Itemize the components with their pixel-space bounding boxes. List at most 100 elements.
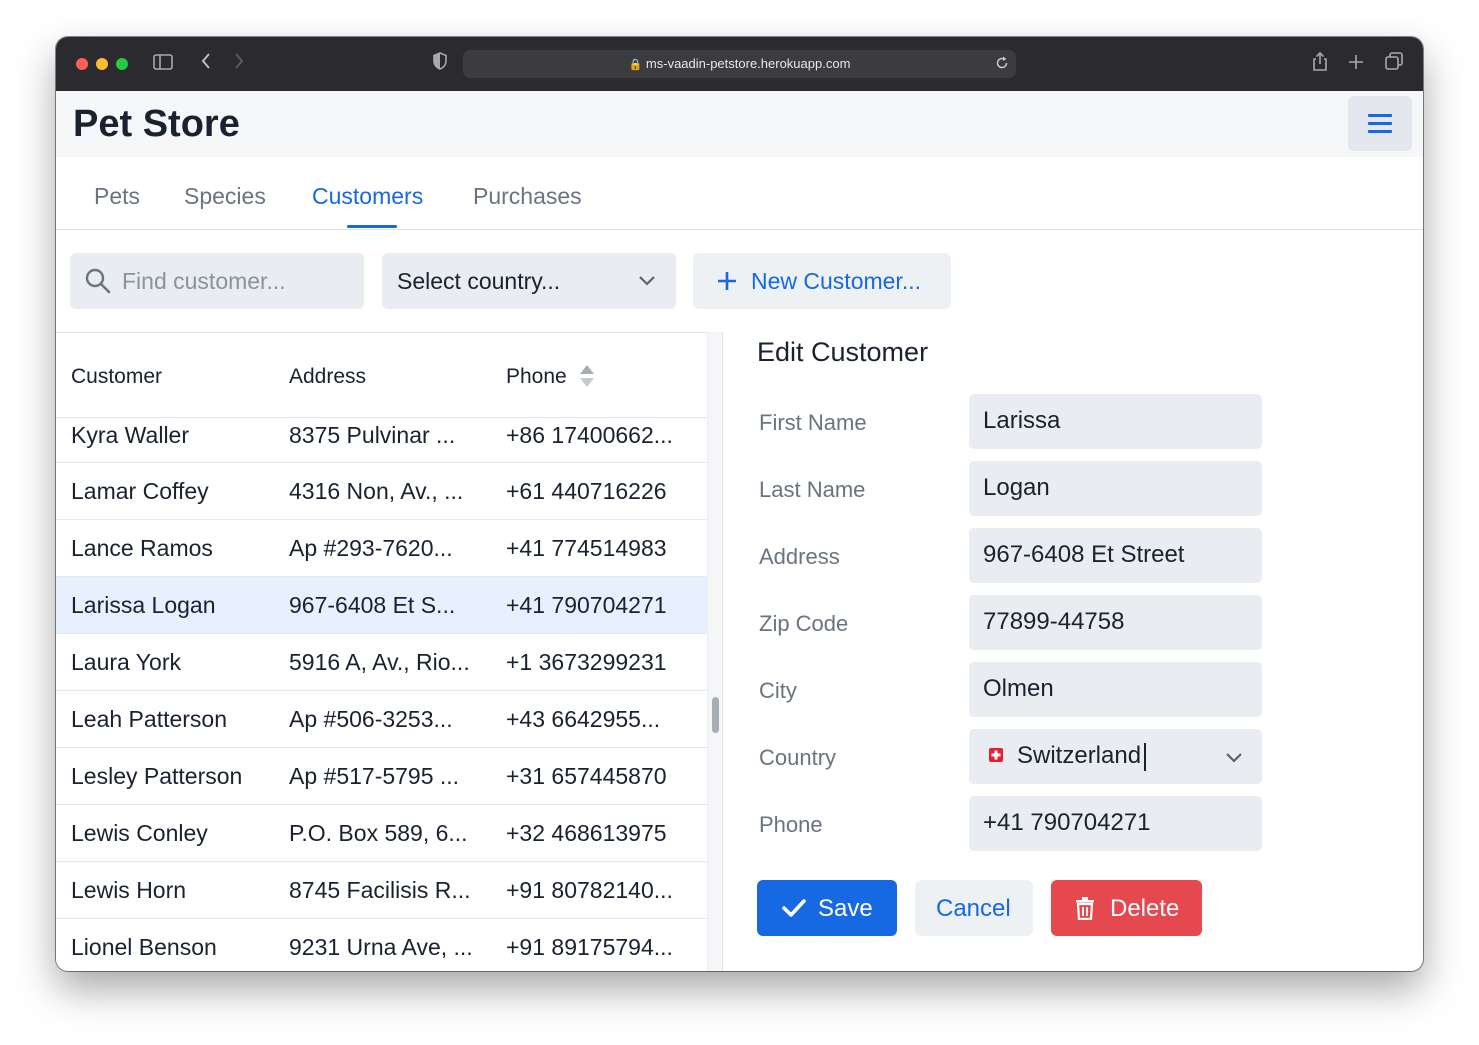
sort-icon[interactable]	[579, 364, 595, 393]
sidebar-toggle-icon[interactable]	[153, 52, 173, 76]
grid-header: Customer Address Phone	[56, 333, 707, 418]
column-header-customer[interactable]: Customer	[71, 365, 162, 389]
address-cell: Ap #293-7620...	[289, 535, 453, 561]
privacy-shield-icon[interactable]	[432, 52, 448, 76]
phone-cell: +61 440716226	[506, 478, 667, 504]
new-tab-icon[interactable]	[1348, 52, 1364, 76]
checkmark-icon	[781, 897, 807, 924]
browser-titlebar: 🔒 ms-vaadin-petstore.herokuapp.com	[56, 37, 1423, 92]
cancel-button[interactable]: Cancel	[915, 880, 1033, 936]
customer-cell: Lance Ramos	[71, 535, 213, 561]
address-value: 967-6408 Et Street	[983, 541, 1185, 568]
delete-button[interactable]: Delete	[1051, 880, 1202, 936]
first-name-value: Larissa	[983, 407, 1061, 434]
phone-label: Phone	[759, 812, 823, 837]
table-row[interactable]: Lionel Benson 9231 Urna Ave, ... +91 891…	[56, 919, 707, 971]
address-cell: 9231 Urna Ave, ...	[289, 934, 473, 960]
customer-cell: Lionel Benson	[71, 934, 217, 960]
first-name-label: First Name	[759, 410, 867, 435]
last-name-field[interactable]: Logan	[969, 461, 1262, 516]
table-row[interactable]: Lesley Patterson Ap #517-5795 ... +31 65…	[56, 748, 707, 805]
phone-cell: +41 790704271	[506, 592, 667, 618]
tab-purchases[interactable]: Purchases	[473, 183, 582, 210]
table-row[interactable]: Lewis Horn 8745 Facilisis R... +91 80782…	[56, 862, 707, 919]
table-row[interactable]: Kyra Waller 8375 Pulvinar ... +86 174006…	[56, 418, 707, 463]
tab-overview-icon[interactable]	[1385, 52, 1403, 76]
new-customer-button[interactable]: New Customer...	[693, 253, 951, 309]
country-label: Country	[759, 745, 837, 770]
table-row[interactable]: Laura York 5916 A, Av., Rio... +1 367329…	[56, 634, 707, 691]
lock-icon: 🔒	[628, 59, 643, 71]
phone-cell: +32 468613975	[506, 820, 667, 846]
customer-cell: Lewis Conley	[71, 820, 208, 846]
grid-scrollbar[interactable]	[707, 332, 723, 971]
active-tab-indicator	[347, 225, 397, 228]
search-placeholder: Find customer...	[122, 268, 286, 294]
reload-icon[interactable]	[994, 55, 1010, 76]
customer-cell: Lewis Horn	[71, 877, 187, 903]
share-icon[interactable]	[1311, 51, 1329, 78]
cancel-label: Cancel	[936, 895, 1011, 922]
phone-cell: +31 657445870	[506, 763, 667, 789]
zoom-window-button[interactable]	[116, 58, 128, 70]
country-filter-value: Select country...	[397, 268, 561, 294]
city-label: City	[759, 678, 797, 703]
search-input[interactable]: Find customer...	[70, 253, 364, 309]
chevron-down-icon[interactable]	[1225, 751, 1243, 769]
phone-cell: +43 6642955...	[506, 706, 661, 732]
address-cell: 4316 Non, Av., ...	[289, 478, 464, 504]
column-header-phone[interactable]: Phone	[506, 365, 567, 389]
menu-button[interactable]	[1348, 96, 1412, 151]
swiss-flag-icon	[989, 748, 1003, 767]
app-title: Pet Store	[73, 103, 240, 145]
table-row[interactable]: Lewis Conley P.O. Box 589, 6... +32 4686…	[56, 805, 707, 862]
phone-cell: +91 89175794...	[506, 934, 673, 960]
url-value: ms-vaadin-petstore.herokuapp.com	[645, 56, 851, 71]
zip-code-label: Zip Code	[759, 611, 849, 636]
app-header: Pet Store	[56, 91, 1423, 157]
trash-icon	[1075, 896, 1095, 925]
tab-species[interactable]: Species	[184, 183, 266, 210]
zip-code-field[interactable]: 77899-44758	[969, 595, 1262, 650]
address-cell: 8375 Pulvinar ...	[289, 422, 456, 448]
new-customer-label: New Customer...	[751, 268, 921, 294]
table-row[interactable]: Leah Patterson Ap #506-3253... +43 66429…	[56, 691, 707, 748]
address-cell: Ap #517-5795 ...	[289, 763, 460, 789]
scrollbar-thumb[interactable]	[712, 697, 719, 733]
tab-pets[interactable]: Pets	[94, 183, 140, 210]
country-filter-select[interactable]: Select country...	[382, 253, 676, 309]
address-bar[interactable]: 🔒 ms-vaadin-petstore.herokuapp.com	[463, 50, 1016, 78]
address-field[interactable]: 967-6408 Et Street	[969, 528, 1262, 583]
country-select[interactable]: Switzerland	[969, 729, 1262, 784]
back-icon[interactable]	[200, 52, 212, 76]
minimize-window-button[interactable]	[96, 58, 108, 70]
city-value: Olmen	[983, 675, 1054, 702]
country-value: Switzerland	[1017, 742, 1142, 769]
column-header-address[interactable]: Address	[289, 365, 366, 389]
phone-cell: +86 17400662...	[506, 422, 673, 448]
customer-grid: Customer Address Phone Kyra Waller 8375 …	[56, 332, 707, 971]
customer-cell: Leah Patterson	[71, 706, 228, 732]
tab-customers[interactable]: Customers	[312, 183, 423, 210]
customer-cell: Larissa Logan	[71, 592, 216, 618]
table-row-selected[interactable]: Larissa Logan 967-6408 Et S... +41 79070…	[56, 577, 707, 634]
table-row[interactable]: Lance Ramos Ap #293-7620... +41 77451498…	[56, 520, 707, 577]
customer-cell: Kyra Waller	[71, 422, 189, 448]
table-row[interactable]: Lamar Coffey 4316 Non, Av., ... +61 4407…	[56, 463, 707, 520]
last-name-label: Last Name	[759, 477, 866, 502]
browser-window: 🔒 ms-vaadin-petstore.herokuapp.com Pet S…	[56, 37, 1423, 971]
customer-cell: Lamar Coffey	[71, 478, 209, 504]
forward-icon[interactable]	[233, 52, 245, 76]
grid-rows: Kyra Waller 8375 Pulvinar ... +86 174006…	[56, 418, 707, 971]
phone-field[interactable]: +41 790704271	[969, 796, 1262, 851]
address-cell: 967-6408 Et S...	[289, 592, 456, 618]
first-name-field[interactable]: Larissa	[969, 394, 1262, 449]
address-cell: Ap #506-3253...	[289, 706, 453, 732]
address-cell: 8745 Facilisis R...	[289, 877, 471, 903]
customer-cell: Lesley Patterson	[71, 763, 243, 789]
city-field[interactable]: Olmen	[969, 662, 1262, 717]
save-button[interactable]: Save	[757, 880, 897, 936]
last-name-value: Logan	[983, 474, 1050, 501]
close-window-button[interactable]	[76, 58, 88, 70]
url-text: 🔒 ms-vaadin-petstore.herokuapp.com	[463, 56, 1016, 71]
